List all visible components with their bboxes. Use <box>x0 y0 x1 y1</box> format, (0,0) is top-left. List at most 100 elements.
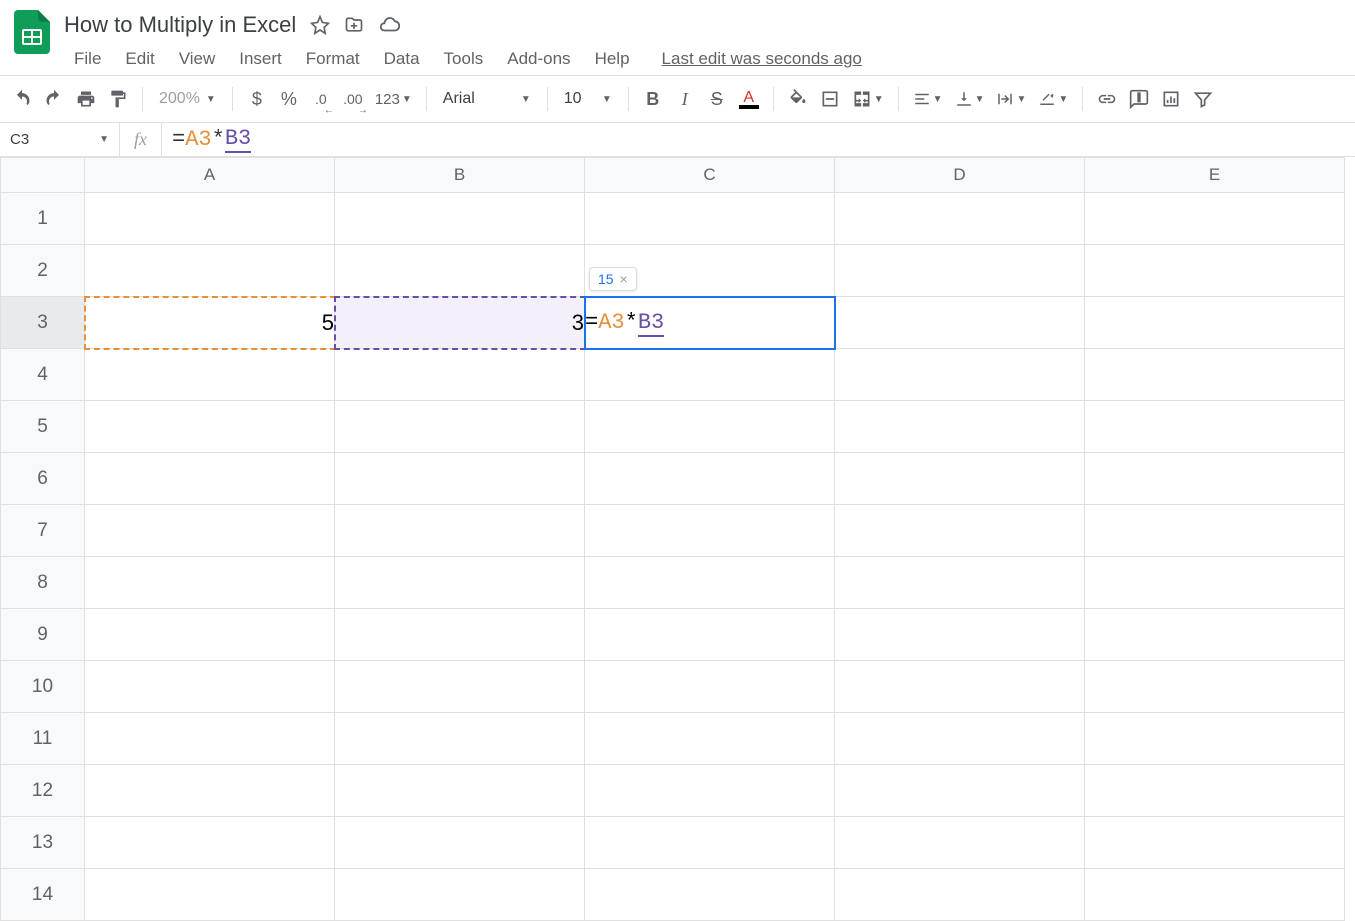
cell-b6[interactable] <box>335 453 585 505</box>
cell-a12[interactable] <box>85 765 335 817</box>
name-box[interactable]: C3 ▼ <box>0 123 120 156</box>
row-header-2[interactable]: 2 <box>1 245 85 297</box>
cell-d12[interactable] <box>835 765 1085 817</box>
cell-a1[interactable] <box>85 193 335 245</box>
row-header-4[interactable]: 4 <box>1 349 85 401</box>
close-icon[interactable]: × <box>620 271 628 287</box>
row-header-10[interactable]: 10 <box>1 661 85 713</box>
sheets-logo[interactable] <box>12 12 52 52</box>
col-header-b[interactable]: B <box>335 158 585 193</box>
cell-e1[interactable] <box>1085 193 1345 245</box>
halign-button[interactable]: ▼ <box>909 84 947 114</box>
menu-view[interactable]: View <box>169 45 226 73</box>
cell-b2[interactable] <box>335 245 585 297</box>
row-header-9[interactable]: 9 <box>1 609 85 661</box>
cell-e12[interactable] <box>1085 765 1345 817</box>
cell-b13[interactable] <box>335 817 585 869</box>
cell-b3[interactable]: 3 <box>335 297 585 349</box>
cell-d1[interactable] <box>835 193 1085 245</box>
cell-b7[interactable] <box>335 505 585 557</box>
undo-icon[interactable] <box>8 84 36 114</box>
spreadsheet-grid[interactable]: A B C D E 1 2 3 5 3 15 × =A3*B3 4 5 6 7 … <box>0 157 1355 921</box>
rotate-button[interactable]: ▼ <box>1034 84 1072 114</box>
cell-e7[interactable] <box>1085 505 1345 557</box>
paint-format-icon[interactable] <box>104 84 132 114</box>
chevron-down-icon[interactable]: ▼ <box>99 134 109 145</box>
menu-tools[interactable]: Tools <box>434 45 494 73</box>
cell-a8[interactable] <box>85 557 335 609</box>
cell-b8[interactable] <box>335 557 585 609</box>
cell-e3[interactable] <box>1085 297 1345 349</box>
cell-a5[interactable] <box>85 401 335 453</box>
move-icon[interactable] <box>344 15 364 35</box>
fill-color-icon[interactable] <box>784 84 812 114</box>
cell-c5[interactable] <box>585 401 835 453</box>
merge-cells-button[interactable]: ▼ <box>848 84 888 114</box>
strikethrough-button[interactable]: S <box>703 84 731 114</box>
percent-button[interactable]: % <box>275 84 303 114</box>
cell-d7[interactable] <box>835 505 1085 557</box>
row-header-7[interactable]: 7 <box>1 505 85 557</box>
col-header-e[interactable]: E <box>1085 158 1345 193</box>
cell-b11[interactable] <box>335 713 585 765</box>
row-header-13[interactable]: 13 <box>1 817 85 869</box>
italic-button[interactable]: I <box>671 84 699 114</box>
cell-c3[interactable]: 15 × =A3*B3 <box>585 297 835 349</box>
decrease-decimal-icon[interactable]: .0← <box>307 84 335 114</box>
menu-data[interactable]: Data <box>374 45 430 73</box>
cell-a13[interactable] <box>85 817 335 869</box>
cell-d11[interactable] <box>835 713 1085 765</box>
cell-d9[interactable] <box>835 609 1085 661</box>
cell-c13[interactable] <box>585 817 835 869</box>
menu-insert[interactable]: Insert <box>229 45 292 73</box>
cell-c6[interactable] <box>585 453 835 505</box>
menu-addons[interactable]: Add-ons <box>497 45 580 73</box>
select-all-corner[interactable] <box>1 158 85 193</box>
col-header-a[interactable]: A <box>85 158 335 193</box>
menu-edit[interactable]: Edit <box>115 45 164 73</box>
text-color-button[interactable]: A <box>735 84 763 114</box>
cell-a11[interactable] <box>85 713 335 765</box>
cell-d10[interactable] <box>835 661 1085 713</box>
cell-a14[interactable] <box>85 869 335 921</box>
formula-input[interactable]: =A3*B3 <box>162 123 1355 156</box>
row-header-12[interactable]: 12 <box>1 765 85 817</box>
cell-a6[interactable] <box>85 453 335 505</box>
cell-c4[interactable] <box>585 349 835 401</box>
row-header-3[interactable]: 3 <box>1 297 85 349</box>
cell-d8[interactable] <box>835 557 1085 609</box>
document-title[interactable]: How to Multiply in Excel <box>64 12 296 38</box>
col-header-d[interactable]: D <box>835 158 1085 193</box>
cell-c12[interactable] <box>585 765 835 817</box>
cell-a7[interactable] <box>85 505 335 557</box>
redo-icon[interactable] <box>40 84 68 114</box>
row-header-1[interactable]: 1 <box>1 193 85 245</box>
cell-d3[interactable] <box>835 297 1085 349</box>
row-header-14[interactable]: 14 <box>1 869 85 921</box>
cell-c7[interactable] <box>585 505 835 557</box>
cell-d14[interactable] <box>835 869 1085 921</box>
cell-a2[interactable] <box>85 245 335 297</box>
print-icon[interactable] <box>72 84 100 114</box>
cell-d5[interactable] <box>835 401 1085 453</box>
link-icon[interactable] <box>1093 84 1121 114</box>
cell-b4[interactable] <box>335 349 585 401</box>
cell-b1[interactable] <box>335 193 585 245</box>
cloud-icon[interactable] <box>378 14 400 36</box>
cell-c14[interactable] <box>585 869 835 921</box>
cell-e4[interactable] <box>1085 349 1345 401</box>
row-header-8[interactable]: 8 <box>1 557 85 609</box>
chart-icon[interactable] <box>1157 84 1185 114</box>
cell-e11[interactable] <box>1085 713 1345 765</box>
cell-c8[interactable] <box>585 557 835 609</box>
cell-e8[interactable] <box>1085 557 1345 609</box>
format-123-button[interactable]: 123▼ <box>371 84 416 114</box>
cell-a4[interactable] <box>85 349 335 401</box>
currency-button[interactable]: $ <box>243 84 271 114</box>
cell-c11[interactable] <box>585 713 835 765</box>
bold-button[interactable]: B <box>639 84 667 114</box>
cell-e13[interactable] <box>1085 817 1345 869</box>
increase-decimal-icon[interactable]: .00→ <box>339 84 367 114</box>
cell-c9[interactable] <box>585 609 835 661</box>
cell-e5[interactable] <box>1085 401 1345 453</box>
